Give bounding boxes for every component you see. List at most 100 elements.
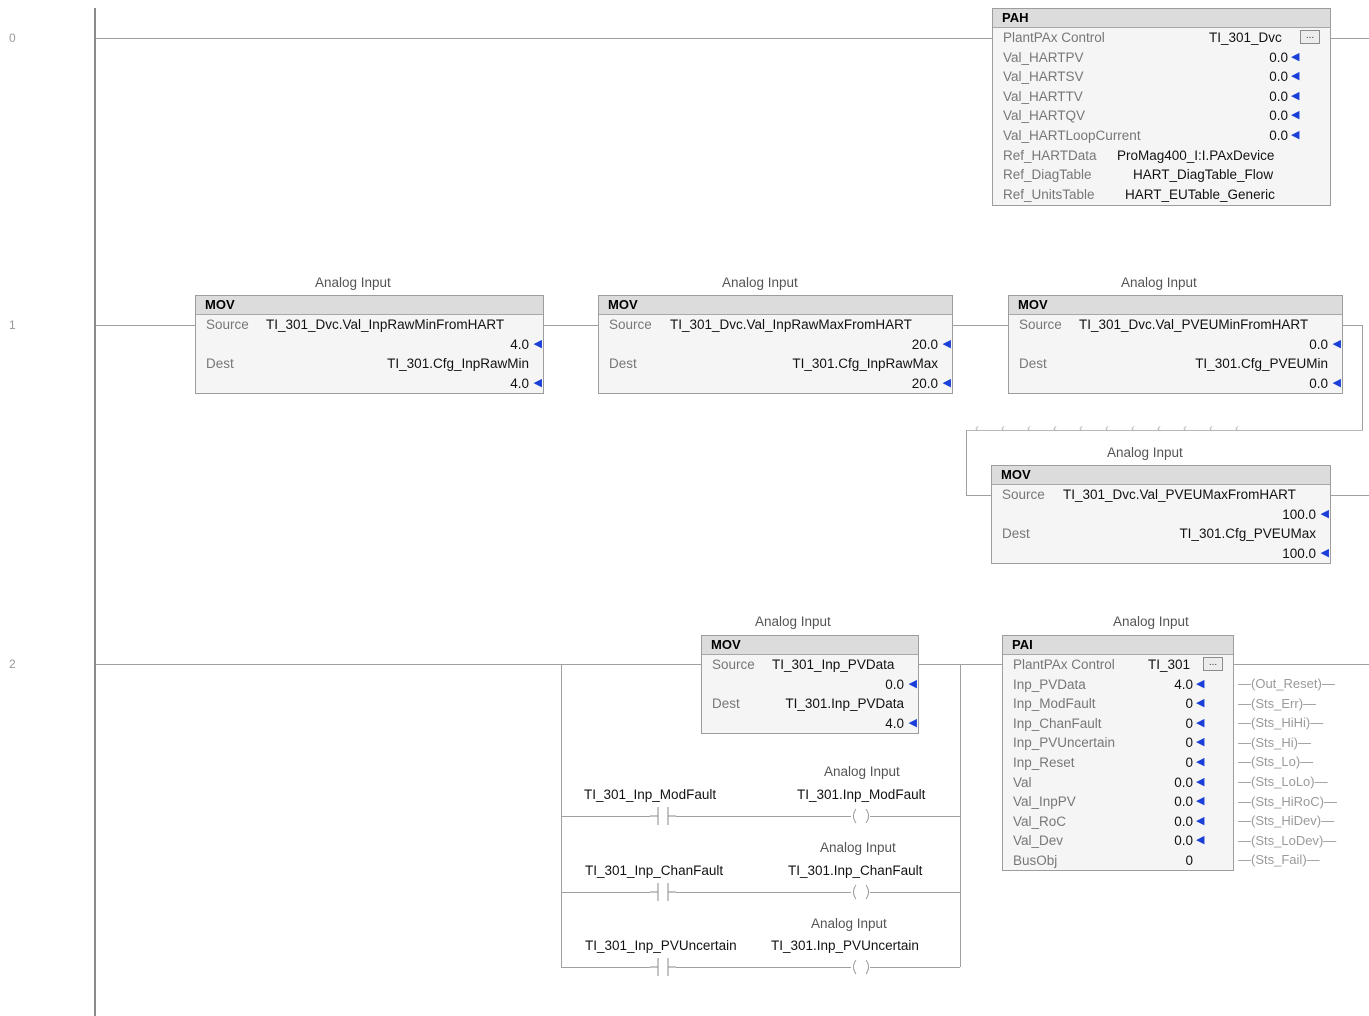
rung-2-branch-wire <box>561 892 650 893</box>
coil-tag[interactable]: TI_301.Inp_PVUncertain <box>771 938 919 953</box>
dest-value: 4.0 <box>885 716 904 731</box>
pah-control-tag[interactable]: TI_301_Dvc <box>1209 28 1282 47</box>
xic-contact-icon[interactable] <box>648 807 678 825</box>
dest-label: Dest <box>1019 356 1047 371</box>
rung-2-branch-wire <box>870 816 960 817</box>
source-tag[interactable]: TI_301_Dvc.Val_PVEUMinFromHART <box>1079 315 1308 334</box>
rung-0-wire-right <box>1331 38 1369 39</box>
pah-param-value: 0.0 <box>1269 108 1288 123</box>
dest-value: 100.0 <box>1282 546 1316 561</box>
pai-param-value: 0.0 <box>1174 794 1193 809</box>
pah-param-label: Val_HARTSV <box>1003 69 1084 84</box>
value-arrow-icon: ◀ <box>942 338 951 350</box>
value-arrow-icon: ◀ <box>1291 70 1300 82</box>
value-arrow-icon: ◀ <box>533 377 542 389</box>
pai-param-value: 0.0 <box>1174 814 1193 829</box>
mov-instruction[interactable]: MOV Source TI_301_Dvc.Val_InpRawMinFromHA… <box>195 295 544 394</box>
source-value: 100.0 <box>1282 507 1316 522</box>
pah-param-value[interactable]: HART_EUTable_Generic <box>1125 185 1275 204</box>
rung-1-branch-wire <box>966 495 992 496</box>
rung-2-branch-wire <box>561 967 650 968</box>
pai-param-value: 0 <box>1185 853 1193 868</box>
mov-title: MOV <box>702 636 918 655</box>
mov-instruction[interactable]: MOV Source TI_301_Dvc.Val_InpRawMaxFromHA… <box>598 295 953 394</box>
pah-param-value[interactable]: ProMag400_I:I.PAxDevice <box>1117 146 1274 165</box>
pah-param-label: Ref_HARTData <box>1003 148 1097 163</box>
source-tag[interactable]: TI_301_Dvc.Val_PVEUMaxFromHART <box>1063 485 1296 504</box>
ote-coil-icon[interactable] <box>844 883 878 901</box>
pai-output-pin[interactable]: —(Sts_HiDev)— <box>1238 811 1334 830</box>
value-arrow-icon: ◀ <box>1196 717 1205 729</box>
source-tag[interactable]: TI_301_Dvc.Val_InpRawMinFromHART <box>266 315 504 334</box>
pai-control-tag[interactable]: TI_301 <box>1148 655 1190 674</box>
dest-tag[interactable]: TI_301.Inp_PVData <box>785 694 904 713</box>
pai-output-pin[interactable]: —(Sts_Lo)— <box>1238 752 1313 771</box>
pah-title: PAH <box>993 9 1330 28</box>
xic-contact-icon[interactable] <box>648 883 678 901</box>
pai-param-label: PlantPAx Control <box>1013 657 1115 672</box>
source-tag[interactable]: TI_301_Inp_PVData <box>772 655 894 674</box>
source-value: 20.0 <box>911 337 938 352</box>
pai-output-pin[interactable]: —(Sts_Hi)— <box>1238 733 1311 752</box>
mov-instruction[interactable]: MOV Source TI_301_Dvc.Val_PVEUMinFromHART… <box>1008 295 1343 394</box>
source-value: 0.0 <box>1309 337 1328 352</box>
rung-2-branch-right <box>960 664 961 967</box>
value-arrow-icon: ◀ <box>533 338 542 350</box>
rung-2-branch-wire <box>561 816 650 817</box>
source-label: Source <box>712 657 755 672</box>
value-arrow-icon: ◀ <box>1320 508 1329 520</box>
value-arrow-icon: ◀ <box>1196 815 1205 827</box>
pai-output-pin[interactable]: —(Sts_Err)— <box>1238 694 1316 713</box>
coil-tag[interactable]: TI_301.Inp_ModFault <box>797 787 925 802</box>
dest-tag[interactable]: TI_301.Cfg_InpRawMax <box>792 354 938 373</box>
mov-title: MOV <box>992 466 1330 485</box>
pai-param-label: Inp_Reset <box>1013 755 1075 770</box>
pai-param-label: Inp_ChanFault <box>1013 716 1102 731</box>
pai-output-pin[interactable]: —(Sts_LoLo)— <box>1238 772 1328 791</box>
dest-tag[interactable]: TI_301.Cfg_PVEUMax <box>1179 524 1316 543</box>
mov-title: MOV <box>1009 296 1342 315</box>
mov-instruction[interactable]: MOV Source TI_301_Inp_PVData 0.0 ◀ Dest TI_… <box>701 635 919 734</box>
pai-output-pin[interactable]: —(Sts_LoDev)— <box>1238 831 1336 850</box>
value-arrow-icon: ◀ <box>1196 756 1205 768</box>
pai-output-pin[interactable]: —(Sts_Fail)— <box>1238 850 1320 869</box>
pah-param-value[interactable]: HART_DiagTable_Flow <box>1133 165 1273 184</box>
contact-tag[interactable]: TI_301_Inp_ModFault <box>584 787 716 802</box>
pah-param-label: Val_HARTQV <box>1003 108 1086 123</box>
contact-tag[interactable]: TI_301_Inp_PVUncertain <box>585 938 737 953</box>
mov-caption: Analog Input <box>755 614 831 629</box>
value-arrow-icon: ◀ <box>1332 377 1341 389</box>
xic-contact-icon[interactable] <box>648 958 678 976</box>
coil-tag[interactable]: TI_301.Inp_ChanFault <box>788 863 922 878</box>
pai-param-value: 0 <box>1185 696 1193 711</box>
pai-param-value: 0 <box>1185 735 1193 750</box>
dest-tag[interactable]: TI_301.Cfg_InpRawMin <box>387 354 529 373</box>
coil-caption: Analog Input <box>824 764 900 779</box>
dest-value: 4.0 <box>510 376 529 391</box>
pah-param-label: PlantPAx Control <box>1003 30 1105 45</box>
ote-coil-icon[interactable] <box>844 958 878 976</box>
mov-instruction[interactable]: MOV Source TI_301_Dvc.Val_PVEUMaxFromHART… <box>991 465 1331 564</box>
source-tag[interactable]: TI_301_Dvc.Val_InpRawMaxFromHART <box>670 315 912 334</box>
rung-2-branch-wire <box>870 967 960 968</box>
ote-coil-icon[interactable] <box>844 807 878 825</box>
pah-param-label: Ref_DiagTable <box>1003 167 1092 182</box>
mov-caption: Analog Input <box>722 275 798 290</box>
dest-label: Dest <box>206 356 234 371</box>
dest-tag[interactable]: TI_301.Cfg_PVEUMin <box>1195 354 1328 373</box>
pai-param-value: 4.0 <box>1174 677 1193 692</box>
pai-instruction[interactable]: PAI PlantPAx Control TI_301... Inp_PVData… <box>1002 635 1234 871</box>
source-label: Source <box>609 317 652 332</box>
value-arrow-icon: ◀ <box>1196 736 1205 748</box>
pai-output-pin[interactable]: —(Out_Reset)— <box>1238 674 1335 693</box>
pah-properties-button[interactable]: ... <box>1300 30 1320 44</box>
pah-instruction[interactable]: PAH PlantPAx Control TI_301_Dvc... Val_HA… <box>992 8 1331 206</box>
pai-properties-button[interactable]: ... <box>1203 657 1223 671</box>
value-arrow-icon: ◀ <box>942 377 951 389</box>
pah-param-label: Val_HARTPV <box>1003 50 1084 65</box>
rung-number-0: 0 <box>9 31 16 45</box>
pai-output-pin[interactable]: —(Sts_HiRoC)— <box>1238 792 1337 811</box>
contact-tag[interactable]: TI_301_Inp_ChanFault <box>585 863 723 878</box>
mov-caption: Analog Input <box>1107 445 1183 460</box>
pai-output-pin[interactable]: —(Sts_HiHi)— <box>1238 713 1323 732</box>
